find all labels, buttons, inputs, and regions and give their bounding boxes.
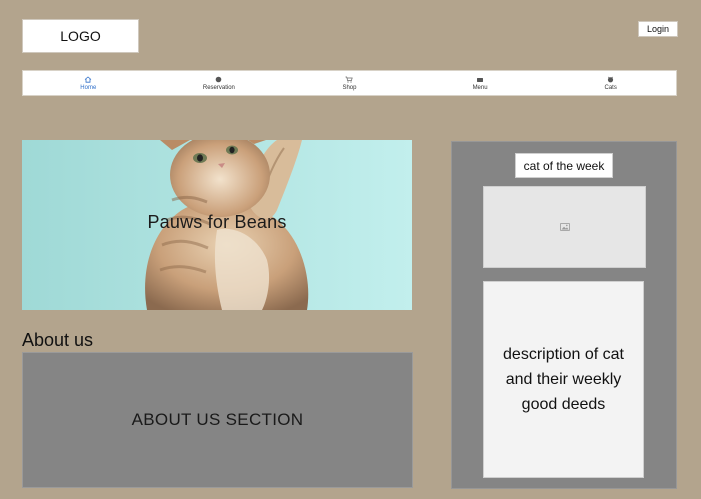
- logo-text: LOGO: [60, 28, 101, 44]
- about-section: ABOUT US SECTION: [22, 352, 413, 488]
- cat-description-text: description of cat and their weekly good…: [503, 346, 624, 413]
- login-button[interactable]: Login: [638, 21, 678, 37]
- cat-description: description of cat and their weekly good…: [483, 281, 644, 478]
- cat-of-the-week-label: cat of the week: [515, 153, 613, 178]
- nav-item-label: Cats: [604, 84, 617, 91]
- nav-item-label: Home: [80, 84, 97, 91]
- cart-icon: [344, 76, 354, 84]
- nav-item-menu[interactable]: Menu: [415, 71, 546, 95]
- cat-image-placeholder: [483, 186, 646, 268]
- nav-item-label: Menu: [472, 84, 488, 91]
- logo[interactable]: LOGO: [22, 19, 139, 53]
- nav-bar: Home Reservation Shop Menu Cats: [22, 70, 677, 96]
- hero-title: Pauws for Beans: [147, 212, 287, 232]
- cat-of-the-week-panel: cat of the week description of cat and t…: [451, 141, 677, 489]
- home-icon: [83, 76, 93, 84]
- reservation-icon: [214, 76, 224, 84]
- cat-of-the-week-label-text: cat of the week: [523, 158, 605, 173]
- cat-icon: [606, 76, 616, 84]
- nav-item-cats[interactable]: Cats: [545, 71, 676, 95]
- nav-item-shop[interactable]: Shop: [284, 71, 415, 95]
- hero-banner: Pauws for Beans: [22, 140, 412, 310]
- nav-item-reservation[interactable]: Reservation: [154, 71, 285, 95]
- menu-icon: [475, 76, 485, 84]
- about-section-text: ABOUT US SECTION: [131, 410, 304, 429]
- image-icon: [559, 218, 570, 236]
- login-button-label: Login: [646, 24, 670, 34]
- about-heading: About us: [22, 330, 94, 350]
- nav-item-label: Reservation: [202, 84, 235, 91]
- nav-item-home[interactable]: Home: [23, 71, 154, 95]
- nav-item-label: Shop: [342, 84, 357, 91]
